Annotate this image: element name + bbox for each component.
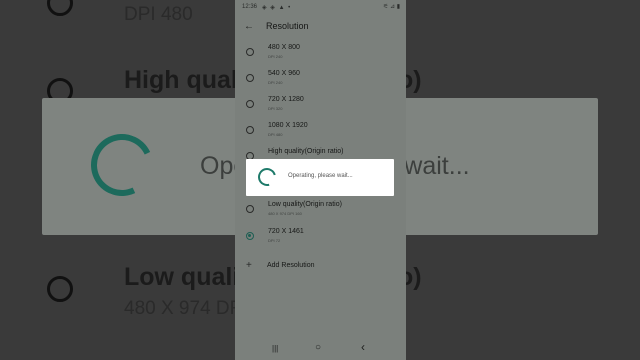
bg-radio-low <box>47 276 73 302</box>
page-title: Resolution <box>266 21 309 31</box>
add-resolution-button[interactable]: + Add Resolution <box>235 258 406 276</box>
back-icon[interactable]: ‹ <box>361 340 365 354</box>
status-bar: 12:36 ◈ ◈ ▲ • ⚟ ⊿ ▮ <box>235 0 406 14</box>
recents-icon[interactable]: ||| <box>272 344 278 353</box>
bg-low-quality-text: Low quali <box>124 263 240 291</box>
option-1080x1920[interactable]: 1080 X 1920 DPI 480 <box>235 119 406 145</box>
option-label: 1080 X 1920 <box>268 122 308 129</box>
radio-button[interactable] <box>246 48 254 56</box>
option-label: 720 X 1461 <box>268 228 304 235</box>
option-sub: DPI 72 <box>268 238 281 243</box>
home-icon[interactable]: ○ <box>315 342 321 353</box>
add-resolution-label: Add Resolution <box>267 262 315 269</box>
radio-button[interactable] <box>246 126 254 134</box>
bg-low-sub-text: 480 X 974 DF <box>124 298 242 319</box>
progress-message: Operating, please wait... <box>288 173 353 179</box>
radio-button[interactable] <box>246 74 254 82</box>
option-low-quality[interactable]: Low quality(Origin ratio) 480 X 974 DPI … <box>235 198 406 224</box>
toolbar: ← Resolution <box>235 16 406 38</box>
status-time: 12:36 <box>242 4 258 10</box>
radio-button[interactable] <box>246 100 254 108</box>
option-label: High quality(Origin ratio) <box>268 148 344 155</box>
loading-spinner-icon <box>254 164 280 190</box>
bg-dpi-text: DPI 480 <box>124 4 193 25</box>
plus-icon: + <box>246 260 252 271</box>
option-540x960[interactable]: 540 X 960 DPI 240 <box>235 67 406 93</box>
option-label: 480 X 800 <box>268 44 300 51</box>
option-480x800[interactable]: 480 X 800 DPI 240 <box>235 41 406 67</box>
back-arrow-icon[interactable]: ← <box>244 21 254 32</box>
option-label: Low quality(Origin ratio) <box>268 201 342 208</box>
bg-radio-top <box>47 0 73 16</box>
option-720x1461[interactable]: 720 X 1461 DPI 72 <box>235 225 406 251</box>
option-label: 720 X 1280 <box>268 96 304 103</box>
option-sub: 480 X 974 DPI 160 <box>268 211 302 216</box>
option-sub: DPI 240 <box>268 80 283 85</box>
option-sub: DPI 240 <box>268 54 283 59</box>
status-notification-icons: ◈ ◈ ▲ • <box>262 5 292 11</box>
option-label: 540 X 960 <box>268 70 300 77</box>
radio-button[interactable] <box>246 205 254 213</box>
radio-button-selected[interactable] <box>246 232 254 240</box>
navigation-bar: ||| ○ ‹ <box>235 338 406 360</box>
option-sub: DPI 480 <box>268 132 283 137</box>
status-system-icons: ⚟ ⊿ ▮ <box>382 4 400 10</box>
option-sub: DPI 320 <box>268 106 283 111</box>
progress-dialog: Operating, please wait... <box>246 159 394 196</box>
option-720x1280[interactable]: 720 X 1280 DPI 320 <box>235 93 406 119</box>
